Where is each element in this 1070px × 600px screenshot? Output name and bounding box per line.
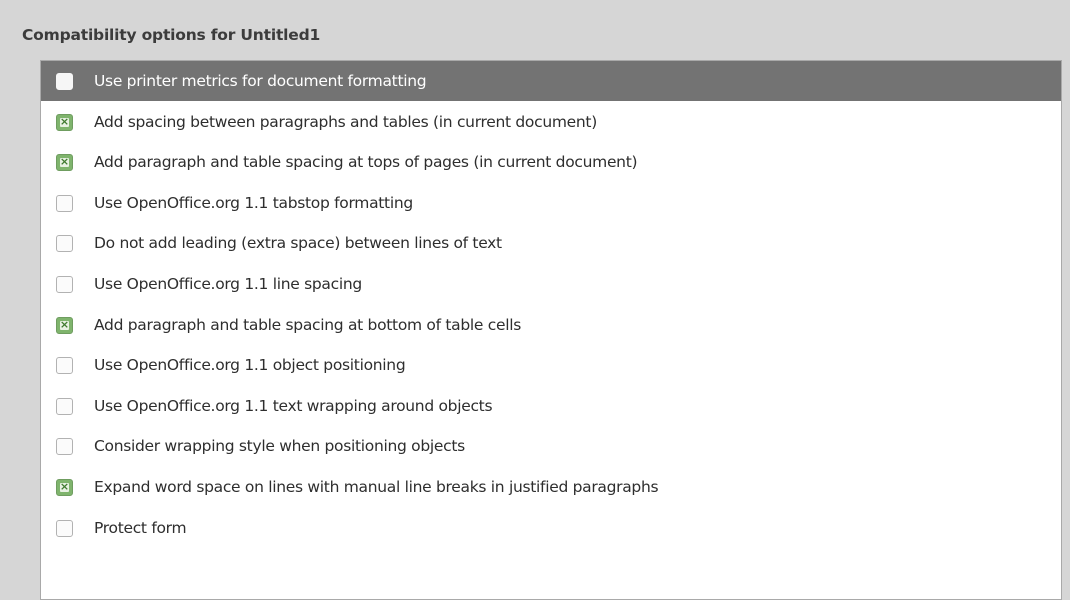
- option-label: Add spacing between paragraphs and table…: [94, 113, 597, 131]
- option-label: Add paragraph and table spacing at botto…: [94, 316, 522, 334]
- checkbox-unchecked[interactable]: [56, 356, 73, 374]
- checkbox-unchecked[interactable]: [56, 234, 73, 252]
- section-title: Compatibility options for Untitled1: [22, 26, 321, 44]
- option-row[interactable]: Use OpenOffice.org 1.1 text wrapping aro…: [41, 386, 1061, 426]
- option-row[interactable]: Use OpenOffice.org 1.1 line spacing: [41, 264, 1061, 304]
- checkbox-unchecked[interactable]: [56, 275, 73, 293]
- checkbox-unchecked[interactable]: [56, 72, 73, 90]
- option-row[interactable]: Use printer metrics for document formatt…: [41, 61, 1061, 101]
- option-label: Use OpenOffice.org 1.1 text wrapping aro…: [94, 397, 493, 415]
- checkbox-unchecked[interactable]: [56, 194, 73, 212]
- option-row[interactable]: Consider wrapping style when positioning…: [41, 426, 1061, 466]
- checkbox-checked[interactable]: [56, 153, 73, 171]
- option-label: Expand word space on lines with manual l…: [94, 478, 659, 496]
- option-label: Do not add leading (extra space) between…: [94, 234, 502, 252]
- option-row[interactable]: Add spacing between paragraphs and table…: [41, 102, 1061, 142]
- option-row[interactable]: Add paragraph and table spacing at tops …: [41, 142, 1061, 182]
- option-label: Add paragraph and table spacing at tops …: [94, 153, 638, 171]
- option-label: Use OpenOffice.org 1.1 object positionin…: [94, 356, 406, 374]
- compatibility-options-panel: Compatibility options for Untitled1 Use …: [0, 0, 1070, 600]
- option-row[interactable]: Use OpenOffice.org 1.1 object positionin…: [41, 345, 1061, 385]
- option-label: Use OpenOffice.org 1.1 line spacing: [94, 275, 362, 293]
- option-row[interactable]: Do not add leading (extra space) between…: [41, 223, 1061, 263]
- option-label: Use OpenOffice.org 1.1 tabstop formattin…: [94, 194, 413, 212]
- checkbox-checked[interactable]: [56, 113, 73, 131]
- checkbox-unchecked[interactable]: [56, 397, 73, 415]
- checkbox-checked[interactable]: [56, 478, 73, 496]
- option-label: Use printer metrics for document formatt…: [94, 72, 427, 90]
- options-list[interactable]: Use printer metrics for document formatt…: [40, 60, 1062, 600]
- option-row[interactable]: Use OpenOffice.org 1.1 tabstop formattin…: [41, 183, 1061, 223]
- option-row[interactable]: Protect form: [41, 508, 1061, 548]
- option-label: Consider wrapping style when positioning…: [94, 437, 465, 455]
- checkbox-checked[interactable]: [56, 316, 73, 334]
- option-label: Protect form: [94, 519, 187, 537]
- checkbox-unchecked[interactable]: [56, 519, 73, 537]
- option-row[interactable]: Add paragraph and table spacing at botto…: [41, 305, 1061, 345]
- option-row[interactable]: Expand word space on lines with manual l…: [41, 467, 1061, 507]
- checkbox-unchecked[interactable]: [56, 437, 73, 455]
